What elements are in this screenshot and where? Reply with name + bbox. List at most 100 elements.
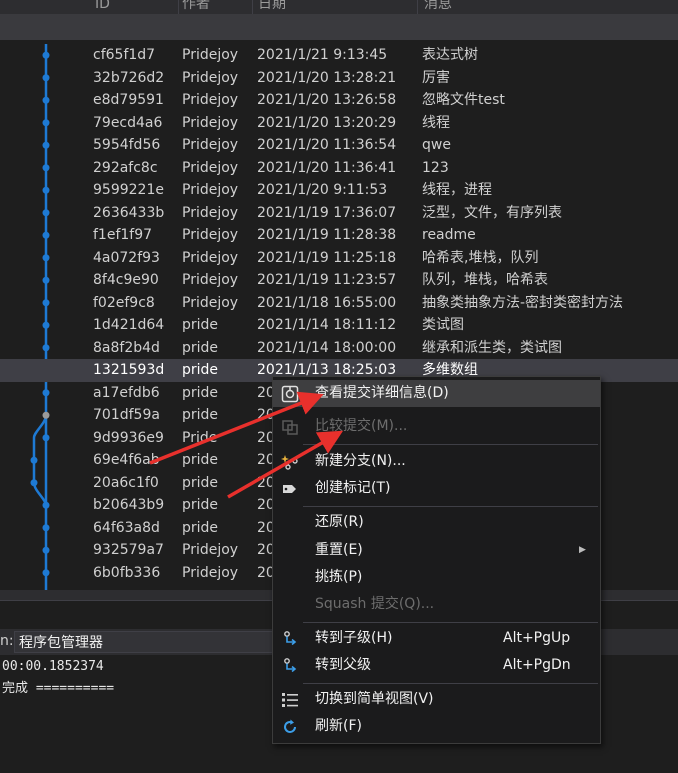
menu-separator	[303, 506, 598, 507]
commit-id: 701df59a	[93, 407, 160, 423]
menu-separator	[303, 622, 598, 623]
new-branch-icon	[281, 455, 298, 470]
commit-author: Pridejoy	[182, 272, 239, 288]
commit-row[interactable]: 9599221e Pridejoy 2021/1/20 9:11:53 线程，进程	[0, 179, 678, 202]
commit-id: 2636433b	[93, 204, 165, 221]
column-header-author[interactable]: 作者	[182, 0, 210, 13]
commit-message: 抽象类抽象方法-密封类密封方法	[422, 294, 624, 311]
commit-row[interactable]: 292afc8c Pridejoy 2021/1/20 11:36:41 123	[0, 157, 678, 180]
commit-row[interactable]: f02ef9c8 Pridejoy 2021/1/18 16:55:00 抽象类抽象方…	[0, 292, 678, 315]
commit-id: 64f63a8d	[93, 519, 160, 536]
commit-date: 2021/1/19 11:23:57	[257, 272, 397, 288]
menu-item-label: 切换到简单视图(V)	[315, 691, 434, 707]
menu-item-squash[interactable]: Squash 提交(Q)...	[273, 591, 600, 618]
menu-item-cherry-pick[interactable]: 挑拣(P)	[273, 564, 600, 591]
commit-author: pride	[182, 407, 219, 423]
menu-item-compare-commits[interactable]: 比较提交(M)...	[273, 413, 600, 440]
commit-author: Pride	[182, 429, 218, 446]
commit-id: 932579a7	[93, 542, 164, 558]
commit-date: 2021/1/20 13:28:21	[257, 69, 397, 86]
commit-id: 292afc8c	[93, 159, 158, 176]
commit-author: Pridejoy	[182, 159, 239, 176]
commit-row[interactable]: 5954fd56 Pridejoy 2021/1/20 11:36:54 qwe	[0, 134, 678, 157]
commit-author: pride	[182, 452, 219, 468]
column-header-date[interactable]: 日期	[258, 0, 286, 13]
commit-id: 6b0fb336	[93, 564, 161, 581]
menu-item-go-to-parent[interactable]: 转到父级 Alt+PgDn	[273, 652, 600, 679]
menu-item-view-commit-details[interactable]: 查看提交详细信息(D)	[273, 380, 600, 407]
menu-item-label: 重置(E)	[315, 542, 363, 558]
output-source-select[interactable]: 程序包管理器	[14, 631, 276, 653]
commit-author: pride	[182, 474, 219, 491]
menu-separator	[303, 683, 598, 684]
commit-id: cf65f1d7	[93, 47, 156, 63]
commit-author: pride	[182, 339, 219, 356]
commit-row[interactable]: 1d421d64 pride 2021/1/14 18:11:12 类试图	[0, 314, 678, 337]
commit-row[interactable]: 8a8f2b4d pride 2021/1/14 18:00:00 继承和派生类，类试…	[0, 337, 678, 360]
commit-id: 20a6c1f0	[93, 474, 159, 491]
commit-author: Pridejoy	[182, 564, 239, 581]
menu-item-label: Squash 提交(Q)...	[315, 596, 435, 612]
menu-item-label: 新建分支(N)...	[315, 453, 406, 469]
commit-row[interactable]: 8f4c9e90 Pridejoy 2021/1/19 11:23:57 队列，堆栈，…	[0, 269, 678, 292]
commit-message: 队列，堆栈，哈希表	[422, 272, 548, 288]
list-view-icon	[282, 693, 298, 707]
compare-icon	[282, 420, 298, 435]
menu-item-switch-simple-view[interactable]: 切换到简单视图(V)	[273, 686, 600, 713]
commit-row[interactable]: e8d79591 Pridejoy 2021/1/20 13:26:58 忽略文件te…	[0, 89, 678, 112]
commit-author: Pridejoy	[182, 92, 239, 108]
commit-message: readme	[422, 227, 476, 243]
column-header-id[interactable]: ID	[95, 0, 110, 13]
commit-id: f1ef1f97	[93, 227, 153, 243]
menu-item-label: 转到父级	[315, 657, 371, 673]
column-divider[interactable]	[178, 0, 179, 14]
commit-author: pride	[182, 497, 219, 513]
commit-id: 9599221e	[93, 182, 164, 198]
commit-date: 2021/1/14 18:00:00	[257, 339, 397, 356]
commit-row[interactable]: cf65f1d7 Pridejoy 2021/1/21 9:13:45 表达式树	[0, 44, 678, 67]
commit-date: 2021/1/19 11:25:18	[257, 249, 397, 266]
commit-date: 2021/1/20 13:20:29	[257, 114, 397, 131]
commit-author: Pridejoy	[182, 542, 239, 558]
commit-date: 2021/1/18 16:55:00	[257, 294, 397, 311]
menu-item-label: 挑拣(P)	[315, 569, 363, 585]
commit-author: pride	[182, 519, 219, 536]
commit-id: 4a072f93	[93, 249, 160, 266]
commit-date: 2021/1/20 11:36:54	[257, 137, 397, 153]
menu-item-revert[interactable]: 还原(R)	[273, 509, 600, 536]
commit-id: b20643b9	[93, 497, 165, 513]
tag-icon	[283, 485, 296, 493]
menu-item-create-tag[interactable]: 创建标记(T)	[273, 475, 600, 502]
commit-date: 2021/1/19 17:36:07	[257, 204, 397, 221]
output-line: 完成 ==========	[2, 681, 115, 696]
commit-row[interactable]: 79ecd4a6 Pridejoy 2021/1/20 13:20:29 线程	[0, 112, 678, 135]
column-divider[interactable]	[252, 0, 253, 14]
menu-item-new-branch[interactable]: 新建分支(N)...	[273, 448, 600, 475]
commit-author: Pridejoy	[182, 227, 239, 243]
menu-item-go-to-child[interactable]: 转到子级(H) Alt+PgUp	[273, 625, 600, 652]
menu-item-shortcut: Alt+PgUp	[503, 630, 571, 646]
commit-message: 123	[422, 159, 449, 176]
menu-item-reset[interactable]: 重置(E) ▶	[273, 537, 600, 564]
commit-row[interactable]: f1ef1f97 Pridejoy 2021/1/19 11:28:38 readme	[0, 224, 678, 247]
menu-item-label: 转到子级(H)	[315, 630, 393, 646]
commit-row[interactable]: 2636433b Pridejoy 2021/1/19 17:36:07 泛型，文件，…	[0, 202, 678, 225]
go-to-parent-icon	[284, 658, 297, 673]
column-header-message[interactable]: 消息	[424, 0, 452, 13]
commit-message: 哈希表,堆栈，队列	[422, 249, 539, 266]
menu-item-label: 比较提交(M)...	[315, 418, 408, 434]
commit-message: 线程	[422, 114, 450, 131]
commit-row[interactable]: 32b726d2 Pridejoy 2021/1/20 13:28:21 厉害	[0, 67, 678, 90]
menu-item-refresh[interactable]: 刷新(F)	[273, 713, 600, 740]
commit-author: Pridejoy	[182, 69, 239, 86]
commit-date: 2021/1/20 13:26:58	[257, 92, 397, 108]
commit-row[interactable]: 4a072f93 Pridejoy 2021/1/19 11:25:18 哈希表,堆栈…	[0, 247, 678, 270]
column-divider[interactable]	[417, 0, 418, 14]
commit-author: pride	[182, 362, 219, 378]
commit-id: f02ef9c8	[93, 294, 155, 311]
commit-date: 2021/1/21 9:13:45	[257, 47, 388, 63]
go-to-child-icon	[284, 631, 297, 646]
commit-context-menu: 查看提交详细信息(D) 比较提交(M)... 新建分支(N)... 创建标记(T…	[272, 376, 601, 744]
commit-id: 32b726d2	[93, 69, 165, 86]
commit-author: Pridejoy	[182, 204, 239, 221]
